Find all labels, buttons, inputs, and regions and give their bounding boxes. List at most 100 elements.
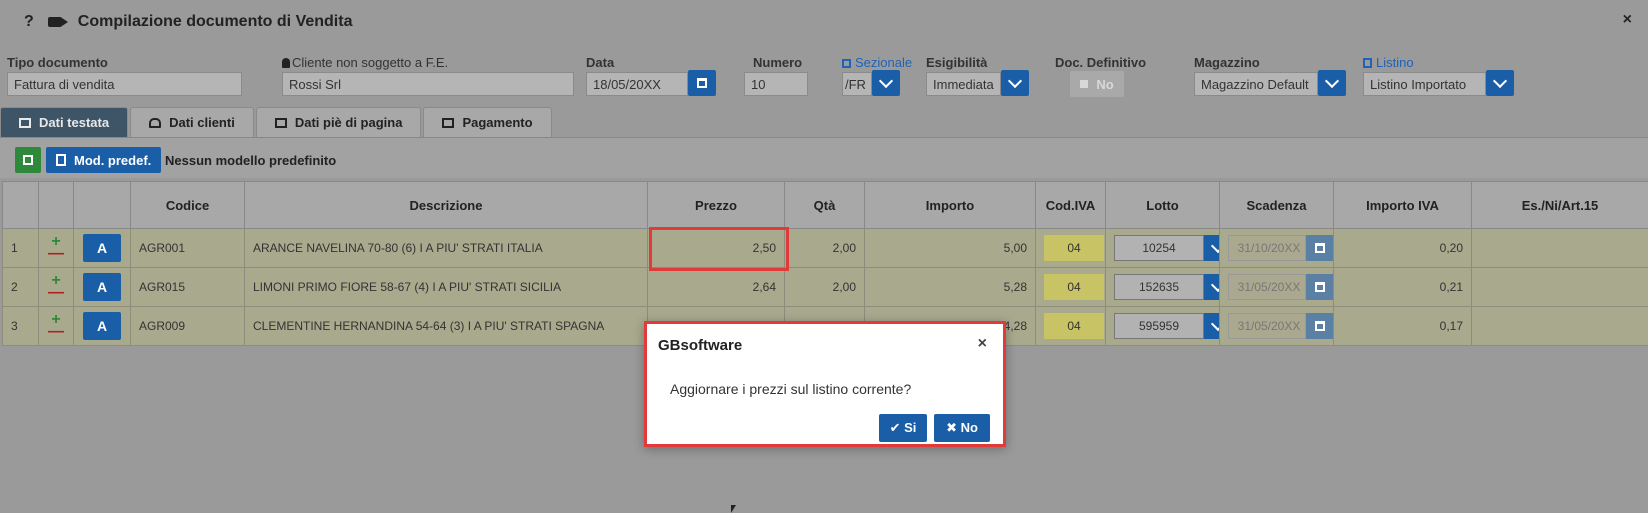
cell-scadenza[interactable]: 31/05/20XX [1219, 267, 1334, 307]
cell-cod-iva[interactable]: 04 [1035, 228, 1106, 268]
cell-scadenza[interactable]: 31/10/20XX [1219, 228, 1334, 268]
row-action-cell: A [73, 228, 131, 268]
cell-lotto[interactable]: 10254 [1105, 228, 1220, 268]
lotto-dropdown-button[interactable] [1204, 235, 1219, 261]
cell-qta[interactable]: 2,00 [784, 267, 865, 307]
row-action-button[interactable]: A [83, 312, 121, 340]
yes-button[interactable]: ✔ Si [879, 414, 927, 442]
help-icon[interactable]: ? [24, 13, 34, 31]
cell-importo-iva[interactable]: 0,17 [1333, 306, 1472, 346]
cell-importo-iva[interactable]: 0,21 [1333, 267, 1472, 307]
remove-row-icon[interactable]: — [48, 324, 64, 340]
tab-dati-testata[interactable]: Dati testata [0, 107, 129, 137]
save-button[interactable] [15, 147, 41, 173]
tab-pagamento[interactable]: Pagamento [423, 107, 552, 137]
calendar-button[interactable] [688, 70, 716, 96]
cell-lotto[interactable]: 595959 [1105, 306, 1220, 346]
cell-descrizione[interactable]: LIMONI PRIMO FIORE 58-67 (4) I A PIU' ST… [244, 267, 648, 307]
sezionale-field[interactable]: /FR [842, 72, 872, 96]
cell-es-ni-art15[interactable] [1471, 306, 1648, 346]
row-action-button[interactable]: A [83, 234, 121, 262]
row-action-cell: A [73, 306, 131, 346]
close-window-button[interactable]: × [1623, 11, 1632, 29]
cell-es-ni-art15[interactable] [1471, 228, 1648, 268]
column-header-importo[interactable]: Importo [864, 181, 1036, 229]
doc-definitivo-label: Doc. Definitivo [1055, 55, 1147, 70]
numero-field[interactable]: 10 [744, 72, 808, 96]
cell-importo[interactable]: 5,28 [864, 267, 1036, 307]
cell-cod-iva[interactable]: 04 [1035, 267, 1106, 307]
tab-bar: Dati testata Dati clienti Dati piè di pa… [0, 107, 554, 137]
column-header-es-ni-art15[interactable]: Es./Ni/Art.15 [1471, 181, 1648, 229]
tab-dati-clienti[interactable]: Dati clienti [130, 107, 254, 137]
column-header-cod-iva[interactable]: Cod.IVA [1035, 181, 1106, 229]
column-header-qta[interactable]: Qtà [784, 181, 865, 229]
cell-lotto[interactable]: 152635 [1105, 267, 1220, 307]
calendar-icon [1315, 282, 1325, 292]
copy-icon [56, 154, 66, 166]
column-header-importo-iva[interactable]: Importo IVA [1333, 181, 1472, 229]
cliente-label: Cliente non soggetto a F.E. [282, 55, 448, 70]
listino-link[interactable]: Listino [1363, 55, 1414, 70]
cell-codice[interactable]: AGR009 [130, 306, 245, 346]
cell-scadenza[interactable]: 31/05/20XX [1219, 306, 1334, 346]
scadenza-field[interactable]: 31/10/20XX [1228, 235, 1306, 261]
lock-icon [1080, 80, 1089, 88]
dialog-close-button[interactable]: × [978, 335, 987, 353]
no-button[interactable]: ✖ No [934, 414, 990, 442]
scadenza-calendar-button[interactable] [1306, 235, 1333, 261]
cell-qta[interactable]: 2,00 [784, 228, 865, 268]
row-action-button[interactable]: A [83, 273, 121, 301]
mod-predef-button[interactable]: Mod. predef. [46, 147, 162, 173]
scadenza-field[interactable]: 31/05/20XX [1228, 274, 1306, 300]
cell-importo-iva[interactable]: 0,20 [1333, 228, 1472, 268]
cell-prezzo[interactable]: 2,64 [647, 267, 785, 307]
cell-cod-iva[interactable]: 04 [1035, 306, 1106, 346]
column-header-lotto[interactable]: Lotto [1105, 181, 1220, 229]
scadenza-calendar-button[interactable] [1306, 313, 1333, 339]
scadenza-calendar-button[interactable] [1306, 274, 1333, 300]
column-header-descrizione[interactable]: Descrizione [244, 181, 648, 229]
prezzo-highlight [649, 227, 789, 271]
sezionale-dropdown-button[interactable] [872, 70, 900, 96]
esigibilita-field[interactable]: Immediata [926, 72, 1001, 96]
scadenza-field[interactable]: 31/05/20XX [1228, 313, 1306, 339]
row-add-remove: + — [38, 267, 74, 307]
confirm-dialog: GBsoftware × Aggiornare i prezzi sul lis… [644, 321, 1006, 447]
esigibilita-dropdown-button[interactable] [1001, 70, 1029, 96]
column-header-scadenza[interactable]: Scadenza [1219, 181, 1334, 229]
data-field[interactable]: 18/05/20XX [586, 72, 688, 96]
listino-field[interactable]: Listino Importato [1363, 72, 1486, 96]
lotto-field[interactable]: 152635 [1114, 274, 1204, 300]
column-header-codice[interactable]: Codice [130, 181, 245, 229]
table-icon [19, 117, 31, 128]
cell-codice[interactable]: AGR015 [130, 267, 245, 307]
lotto-field[interactable]: 595959 [1114, 313, 1204, 339]
cliente-field[interactable]: Rossi Srl [282, 72, 574, 96]
listino-dropdown-button[interactable] [1486, 70, 1514, 96]
table-row[interactable]: 1 + — A AGR001 ARANCE NAVELINA 70-80 (6) … [2, 228, 1648, 268]
tipo-documento-field[interactable]: Fattura di vendita [7, 72, 242, 96]
cod-iva-value: 04 [1044, 313, 1104, 339]
cell-importo[interactable]: 5,00 [864, 228, 1036, 268]
magazzino-field[interactable]: Magazzino Default [1194, 72, 1318, 96]
video-camera-icon[interactable] [47, 17, 68, 27]
lotto-dropdown-button[interactable] [1204, 313, 1219, 339]
sezionale-link[interactable]: Sezionale [842, 55, 912, 70]
lotto-field[interactable]: 10254 [1114, 235, 1204, 261]
lotto-dropdown-button[interactable] [1204, 274, 1219, 300]
magazzino-dropdown-button[interactable] [1318, 70, 1346, 96]
cell-descrizione[interactable]: CLEMENTINE HERNANDINA 54-64 (3) I A PIU'… [244, 306, 648, 346]
remove-row-icon[interactable]: — [48, 246, 64, 262]
column-header-prezzo[interactable]: Prezzo [647, 181, 785, 229]
table-row[interactable]: 2 + — A AGR015 LIMONI PRIMO FIORE 58-67 (… [2, 267, 1648, 307]
calendar-icon [442, 117, 455, 128]
cell-descrizione[interactable]: ARANCE NAVELINA 70-80 (6) I A PIU' STRAT… [244, 228, 648, 268]
tab-dati-pie-di-pagina[interactable]: Dati piè di pagina [255, 107, 422, 137]
remove-row-icon[interactable]: — [48, 285, 64, 301]
window-titlebar: ? Compilazione documento di Vendita × [0, 0, 1648, 44]
cell-codice[interactable]: AGR001 [130, 228, 245, 268]
doc-definitivo-toggle[interactable]: No [1070, 71, 1124, 97]
chevron-down-icon [1492, 73, 1508, 89]
cell-es-ni-art15[interactable] [1471, 267, 1648, 307]
